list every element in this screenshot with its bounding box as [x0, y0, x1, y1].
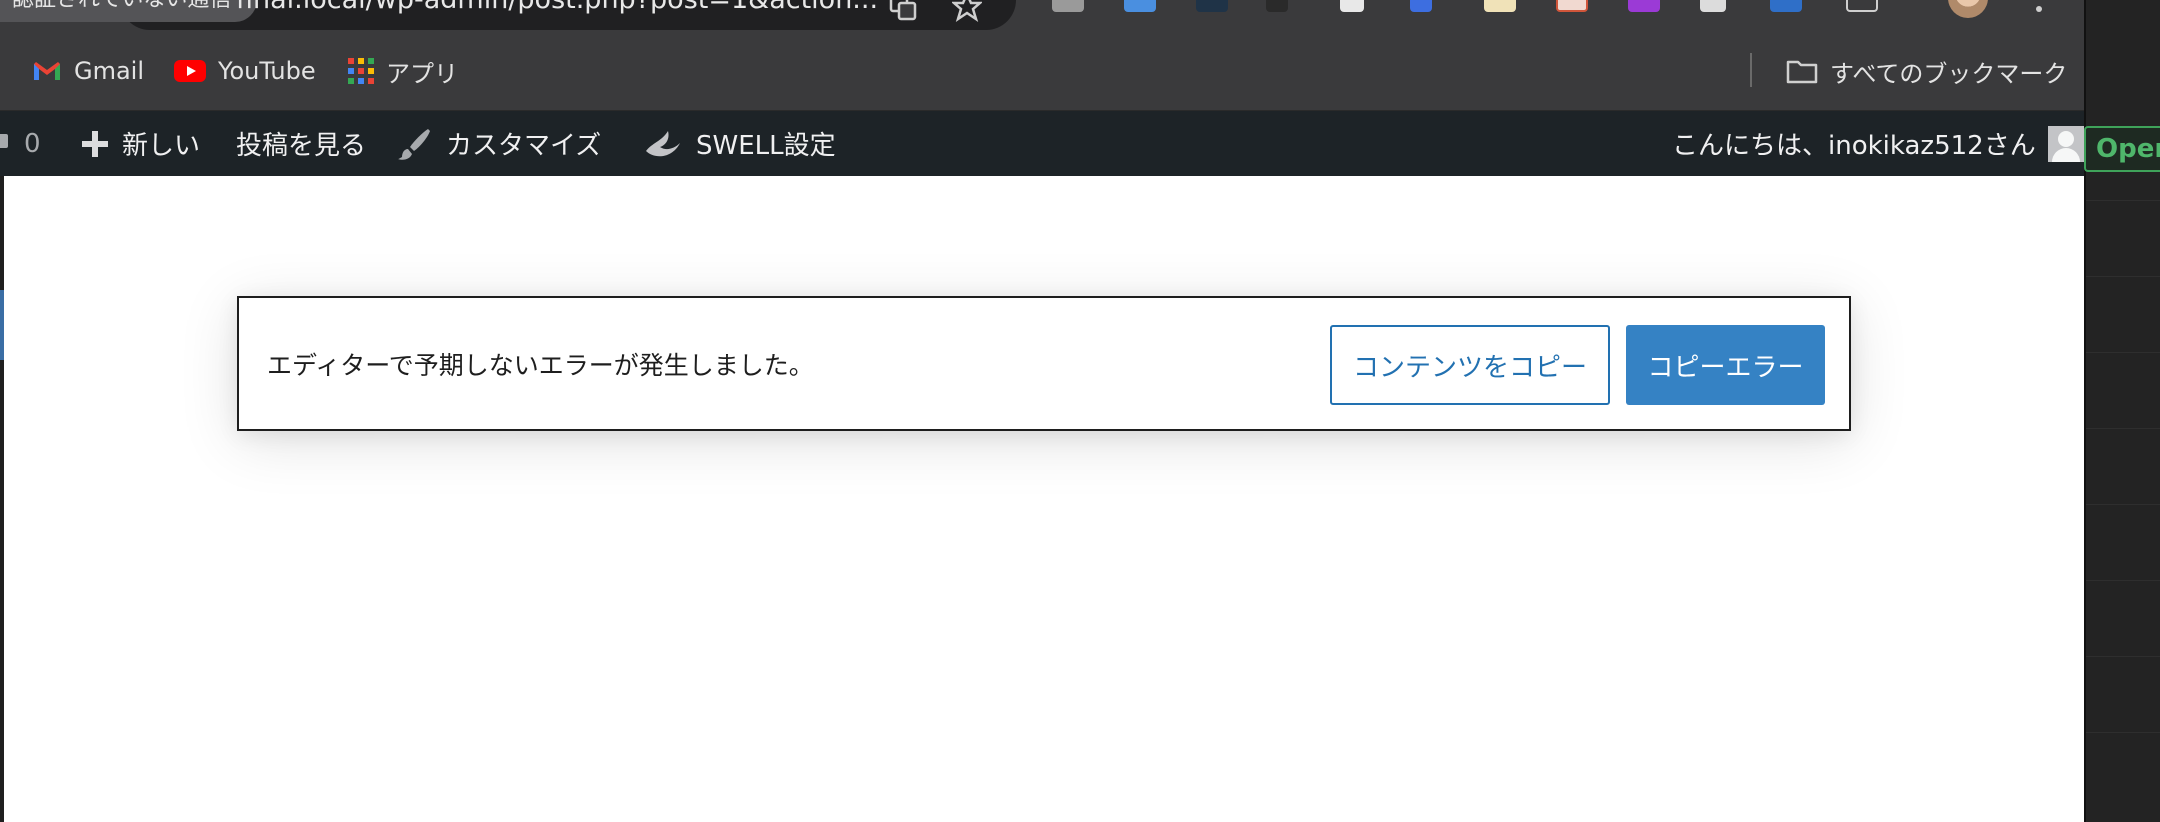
bookmarks-bar: Gmail YouTube アプリ すべてのブックマーク [0, 31, 2084, 111]
extension-icon[interactable] [1700, 0, 1726, 12]
extension-icon[interactable] [1770, 0, 1802, 12]
apps-grid-icon [348, 58, 374, 84]
comments-count: 0 [24, 128, 41, 159]
url-text[interactable]: final.local/wp-admin/post.php?post=1&act… [236, 0, 878, 18]
bookmarks-separator [1750, 53, 1752, 87]
browser-toolbar: 認証されていない通信 final.local/wp-admin/post.php… [0, 0, 2084, 31]
security-chip[interactable]: 認証されていない通信 [0, 0, 258, 22]
comment-bubble-icon [0, 132, 10, 156]
panel-row-divider [2086, 656, 2160, 657]
copy-error-button[interactable]: コピーエラー [1626, 325, 1825, 405]
panel-row-divider [2086, 580, 2160, 581]
extension-icon[interactable] [1628, 0, 1660, 12]
extension-icon[interactable] [1556, 0, 1588, 12]
panel-row-divider [2086, 352, 2160, 353]
greeting-label: こんにちは、inokikaz512さん [1672, 131, 2036, 161]
paintbrush-icon [398, 127, 432, 161]
side-panel [2084, 0, 2160, 822]
extension-icon[interactable] [1052, 0, 1084, 12]
open-button[interactable]: Open [2084, 126, 2160, 172]
bookmark-label: アプリ [386, 59, 458, 88]
bookmark-youtube[interactable]: YouTube [174, 31, 316, 111]
extension-icon[interactable] [1124, 0, 1156, 12]
youtube-icon [174, 60, 206, 82]
new-label: 新しい [122, 131, 201, 161]
swell-logo-icon [644, 129, 682, 159]
plus-icon [82, 130, 108, 157]
translate-icon[interactable] [888, 0, 918, 22]
bookmark-label: Gmail [74, 57, 145, 85]
error-message: エディターで予期しないエラーが発生しました。 [267, 350, 814, 380]
comments-menu[interactable]: 0 [0, 111, 41, 176]
bookmark-star-icon[interactable] [952, 0, 982, 22]
bookmark-gmail[interactable]: Gmail [32, 31, 144, 111]
panel-row-divider [2086, 200, 2160, 201]
editor-error-notice: エディターで予期しないエラーが発生しました。 コンテンツをコピー コピーエラー [237, 296, 1851, 431]
copy-content-button[interactable]: コンテンツをコピー [1330, 325, 1610, 405]
customize-label: カスタマイズ [446, 131, 602, 161]
profile-avatar[interactable] [1948, 0, 1988, 18]
new-content-menu[interactable]: 新しい [82, 111, 200, 176]
swell-settings-label: SWELL設定 [696, 131, 836, 161]
panel-row-divider [2086, 504, 2160, 505]
extension-icon[interactable] [1340, 0, 1364, 12]
user-avatar [2047, 125, 2084, 162]
bookmark-label: YouTube [218, 57, 316, 85]
gmail-icon [32, 60, 62, 82]
extension-icon[interactable] [1196, 0, 1228, 12]
wp-admin-bar: 0 新しい 投稿を見る カスタマイズ SWELL設定 こんにちは、inokika… [0, 111, 2084, 176]
bookmark-apps[interactable]: アプリ [348, 31, 458, 111]
customize-link[interactable]: カスタマイズ [398, 111, 601, 176]
chrome-menu-icon[interactable] [2036, 6, 2042, 12]
extension-icon[interactable] [1266, 0, 1288, 12]
editor-canvas [4, 176, 2084, 822]
all-bookmarks-label: すべてのブックマーク [1830, 59, 2068, 88]
view-post-label: 投稿を見る [236, 131, 367, 161]
panel-row-divider [2086, 732, 2160, 733]
panel-row-divider [2086, 428, 2160, 429]
extension-icon[interactable] [1410, 0, 1432, 12]
extension-icon[interactable] [1484, 0, 1516, 12]
view-post-link[interactable]: 投稿を見る [236, 111, 366, 176]
extensions-puzzle-icon[interactable] [1846, 0, 1878, 12]
swell-settings-link[interactable]: SWELL設定 [644, 111, 836, 176]
all-bookmarks-button[interactable]: すべてのブックマーク [1786, 31, 2067, 111]
account-menu[interactable]: こんにちは、inokikaz512さん [1672, 111, 2084, 176]
folder-icon [1786, 58, 1818, 84]
panel-row-divider [2086, 276, 2160, 277]
